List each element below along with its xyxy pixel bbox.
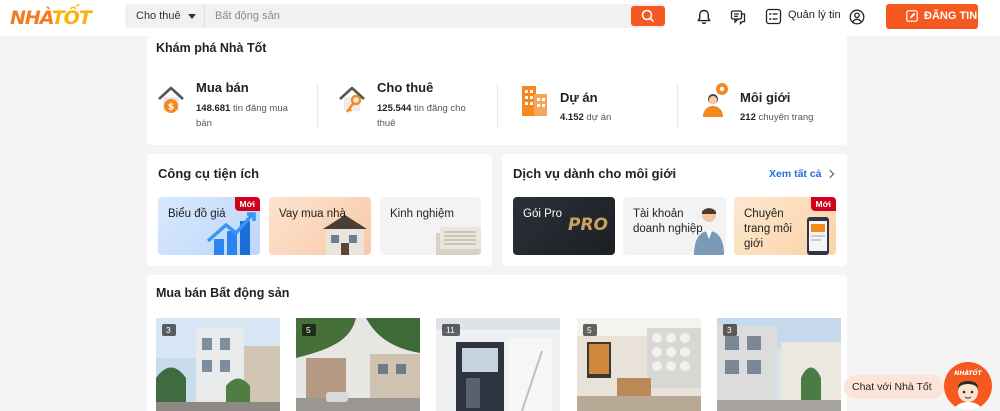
edit-icon xyxy=(906,10,918,22)
see-all-link[interactable]: Xem tất cả xyxy=(769,168,835,180)
chat-label: Chat với Nhà Tốt xyxy=(852,381,932,393)
chat-bot-avatar[interactable]: NHÀTỐT xyxy=(944,362,992,410)
svg-text:NHÀTỐT: NHÀTỐT xyxy=(954,369,982,377)
photo-count-badge: 11 xyxy=(442,324,460,336)
tool-label: Biểu đồ giá xyxy=(168,208,226,220)
post-ad-label: ĐĂNG TIN xyxy=(924,10,978,22)
tools-title: Công cụ tiện ích xyxy=(158,166,260,181)
top-header: NHÀTỐT Cho thuê Quản lý tin ĐĂNG TIN xyxy=(0,0,1000,36)
broker-agent-page[interactable]: Chuyên trang môi giới Mới xyxy=(734,197,836,255)
caret-down-icon xyxy=(188,14,196,19)
listing-card[interactable]: 3 xyxy=(156,318,280,411)
broker-title: Dịch vụ dành cho môi giới xyxy=(513,166,677,181)
house-money-icon: $ xyxy=(158,86,184,113)
category-name: Dự án xyxy=(560,90,598,105)
listings-title: Mua bán Bất động sản xyxy=(156,286,290,300)
tool-price-chart[interactable]: Biểu đồ giá Mới xyxy=(158,197,260,255)
tool-home-loan[interactable]: Vay mua nhà xyxy=(269,197,371,255)
category-mua-ban[interactable]: $ Mua bán 148.681 tin đăng mua bán xyxy=(156,80,316,134)
nhatot-logo[interactable]: NHÀTỐT xyxy=(10,6,92,30)
manage-posts-label: Quản lý tin xyxy=(788,9,841,21)
divider xyxy=(677,84,678,128)
explore-title: Khám phá Nhà Tốt xyxy=(156,41,267,55)
divider xyxy=(497,84,498,128)
user-icon[interactable] xyxy=(848,8,866,26)
divider xyxy=(317,84,318,128)
mascot-icon: NHÀTỐT xyxy=(954,369,983,410)
tool-label: Kinh nghiệm xyxy=(390,208,454,220)
listing-card[interactable]: 5 xyxy=(296,318,420,411)
category-name: Mua bán xyxy=(196,80,249,95)
phone-art-icon xyxy=(807,217,829,255)
list-icon xyxy=(765,8,782,25)
pro-art-text: PRO xyxy=(568,215,609,235)
search-button[interactable] xyxy=(631,6,665,26)
chat-with-nhatot-button[interactable]: Chat với Nhà Tốt xyxy=(844,375,944,399)
category-du-an[interactable]: Dự án 4.152 dự án xyxy=(520,80,680,134)
search-category-dropdown[interactable]: Cho thuê xyxy=(125,4,205,28)
search-input[interactable] xyxy=(207,4,627,28)
search-icon xyxy=(641,9,654,22)
broker-label: Gói Pro xyxy=(523,208,562,220)
new-badge: Mới xyxy=(810,197,836,211)
broker-label: Tài khoản doanh nghiệp xyxy=(633,208,703,235)
bell-icon[interactable] xyxy=(695,8,713,26)
agent-icon xyxy=(703,83,728,117)
post-ad-button[interactable]: ĐĂNG TIN xyxy=(886,4,978,29)
broker-business-account[interactable]: Tài khoản doanh nghiệp xyxy=(623,197,726,255)
category-moi-gioi[interactable]: Môi giới 212 chuyên trang xyxy=(700,80,860,134)
photo-count-badge: 5 xyxy=(583,324,597,336)
search-category-label: Cho thuê xyxy=(136,10,181,22)
building-icon xyxy=(522,86,547,116)
svg-text:$: $ xyxy=(168,103,174,113)
photo-count-badge: 3 xyxy=(162,324,176,336)
newspaper-art-icon xyxy=(436,227,481,255)
category-count: 125.544 tin đăng cho thuê xyxy=(377,103,466,129)
category-name: Cho thuê xyxy=(377,80,434,95)
chat-icon[interactable] xyxy=(729,8,747,26)
tool-label: Vay mua nhà xyxy=(279,208,346,220)
listing-card[interactable]: 3 xyxy=(717,318,841,411)
broker-pro-package[interactable]: Gói Pro PRO xyxy=(513,197,615,255)
category-count: 148.681 tin đăng mua bán xyxy=(196,103,288,129)
category-count: 4.152 dự án xyxy=(560,112,612,123)
search-bar: Cho thuê xyxy=(125,4,665,28)
category-cho-thue[interactable]: Cho thuê 125.544 tin đăng cho thuê xyxy=(337,80,497,134)
broker-label: Chuyên trang môi giới xyxy=(744,208,792,250)
photo-count-badge: 5 xyxy=(302,324,316,336)
house-key-icon xyxy=(339,86,365,113)
category-name: Môi giới xyxy=(740,90,791,105)
category-count: 212 chuyên trang xyxy=(740,112,814,123)
tool-experience[interactable]: Kinh nghiệm xyxy=(380,197,481,255)
photo-count-badge: 3 xyxy=(723,324,737,336)
new-badge: Mới xyxy=(234,197,260,211)
listing-card[interactable]: 11 xyxy=(436,318,560,411)
listing-card[interactable]: 5 xyxy=(577,318,701,411)
